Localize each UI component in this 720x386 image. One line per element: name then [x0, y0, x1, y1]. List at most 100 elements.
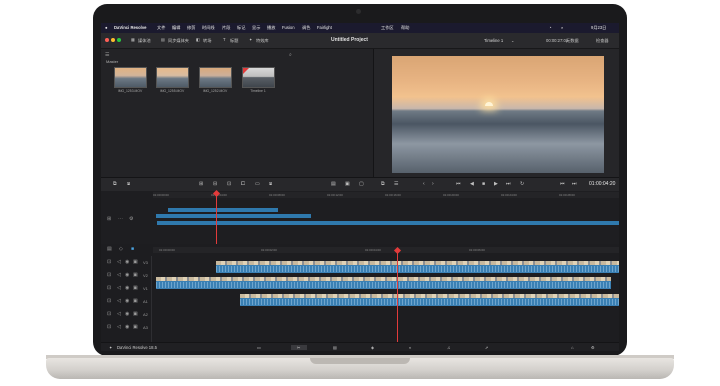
eye-icon[interactable]: ◉ [125, 311, 129, 317]
reverse-play-icon[interactable]: ◀ [470, 181, 474, 187]
clip-thumbnail-3[interactable] [199, 67, 232, 88]
ripple-icon[interactable]: ⧈ [269, 181, 272, 187]
speaker-icon[interactable]: ◁ [117, 298, 121, 304]
menu-item-trim[interactable]: 修剪 [187, 25, 195, 31]
toolbar-metadata[interactable]: 元数据 [566, 38, 579, 44]
menu-item-fusion[interactable]: Fusion [282, 25, 295, 30]
timeline-thumbnail[interactable] [242, 67, 275, 88]
page-cut-icon[interactable]: ✂ [291, 345, 307, 350]
overwrite-icon[interactable]: ⊟ [213, 181, 217, 187]
menu-item-clip[interactable]: 片段 [222, 25, 230, 31]
detail-playhead[interactable] [397, 250, 398, 342]
overview-playhead[interactable] [216, 191, 217, 244]
stop-icon[interactable]: ■ [482, 181, 485, 187]
forward-icon[interactable]: ⏭ [506, 181, 511, 187]
page-fairlight-icon[interactable]: ♫ [447, 345, 450, 350]
lock-icon[interactable]: ⊡ [107, 298, 111, 304]
toolbar-titles[interactable]: 标题 [230, 38, 238, 44]
zoom-window-button[interactable] [117, 38, 121, 42]
clip-thumbnail-1[interactable] [114, 67, 147, 88]
toolbar-media-pool[interactable]: 媒体池 [138, 38, 151, 44]
eye-icon[interactable]: ◉ [125, 259, 129, 265]
menu-item-view[interactable]: 显示 [252, 25, 260, 31]
eye-icon[interactable]: ◉ [125, 272, 129, 278]
eye-icon[interactable]: ◉ [125, 285, 129, 291]
home-icon[interactable]: ⌂ [571, 345, 574, 350]
search-icon[interactable]: ⌕ [289, 52, 292, 58]
jump-start-icon[interactable]: ⏮ [560, 181, 565, 187]
toolbar-effects[interactable]: 特效库 [256, 38, 269, 44]
media-pool-icon[interactable]: ▦ [131, 37, 135, 42]
link-icon[interactable]: ⋯ [118, 216, 123, 222]
menu-item-mark[interactable]: 标记 [237, 25, 245, 31]
tools-icon[interactable]: ▣ [345, 181, 350, 187]
clip-thumbnail-2[interactable] [156, 67, 189, 88]
eye-icon[interactable]: ◉ [125, 298, 129, 304]
effects-icon[interactable]: ✦ [249, 37, 253, 42]
speaker-icon[interactable]: ◁ [117, 311, 121, 317]
page-color-icon[interactable]: ◐ [409, 345, 412, 350]
marker-icon[interactable]: ◇ [119, 246, 123, 252]
fit-icon[interactable]: ▢ [359, 181, 364, 187]
rewind-icon[interactable]: ⏮ [456, 181, 461, 187]
lock-icon[interactable]: ⊡ [107, 311, 111, 317]
timeline-selector[interactable]: Timeline 1 [484, 38, 503, 43]
close-window-button[interactable] [105, 38, 109, 42]
overview-clip-v3[interactable] [168, 208, 278, 212]
menu-item-file[interactable]: 文件 [157, 25, 165, 31]
snap-icon[interactable]: ■ [131, 246, 134, 252]
chevron-down-icon[interactable]: ⌄ [511, 38, 515, 43]
minimize-window-button[interactable] [111, 38, 115, 42]
eye-icon[interactable]: ◉ [125, 324, 129, 330]
wifi-icon[interactable]: ◔ [549, 25, 552, 30]
monitor-icon[interactable]: ▣ [133, 311, 138, 317]
lock-icon[interactable]: ⊡ [107, 272, 111, 278]
speaker-icon[interactable]: ◁ [117, 259, 121, 265]
list-view-icon[interactable]: ☰ [105, 52, 109, 58]
page-edit-icon[interactable]: ▤ [333, 345, 337, 350]
prev-frame-icon[interactable]: ‹ [423, 181, 425, 187]
menu-item-timeline[interactable]: 时间线 [202, 25, 215, 31]
speaker-icon[interactable]: ◁ [117, 285, 121, 291]
sync-bin-icon[interactable]: ▤ [161, 37, 165, 42]
menu-item-edit[interactable]: 编辑 [172, 25, 180, 31]
append-icon[interactable]: ▭ [255, 181, 260, 187]
lock-icon[interactable]: ⊡ [107, 324, 111, 330]
page-media-icon[interactable]: ▭ [257, 345, 261, 350]
clip-view-icon[interactable]: ▤ [331, 181, 336, 187]
jump-end-icon[interactable]: ⏭ [572, 181, 577, 187]
play-icon[interactable]: ▶ [494, 181, 498, 187]
page-deliver-icon[interactable]: ➚ [485, 345, 489, 350]
menu-item-workspace[interactable]: 工作区 [381, 25, 394, 31]
toolbar-sync-bin[interactable]: 同步媒体夹 [168, 38, 189, 44]
apple-icon[interactable]: ● [105, 25, 108, 30]
speaker-icon[interactable]: ◁ [117, 272, 121, 278]
monitor-icon[interactable]: ▣ [133, 324, 138, 330]
monitor-icon[interactable]: ▣ [133, 259, 138, 265]
menu-app-name[interactable]: DaVinci Resolve [114, 25, 147, 30]
source-icon[interactable]: ⧈ [127, 181, 130, 187]
monitor-icon[interactable]: ▣ [133, 285, 138, 291]
split-icon[interactable]: ⧉ [113, 181, 117, 187]
loop-icon[interactable]: ↻ [520, 181, 524, 187]
transitions-icon[interactable]: ◧ [196, 37, 200, 42]
settings-icon[interactable]: ⚙ [129, 216, 133, 222]
menu-item-help[interactable]: 帮助 [401, 25, 409, 31]
replace-icon[interactable]: ⊡ [227, 181, 231, 187]
place-on-top-icon[interactable]: ⧠ [241, 181, 245, 187]
timeline-clip-v3[interactable] [216, 261, 619, 273]
lock-icon[interactable]: ⊞ [107, 216, 111, 222]
timeline-clip-v2[interactable] [156, 277, 611, 289]
search-icon[interactable]: ⌕ [561, 25, 563, 30]
lock-icon[interactable]: ⊡ [107, 259, 111, 265]
menu-lines-icon[interactable]: ☰ [394, 181, 398, 187]
overview-ruler[interactable]: 01:00:00:00 01:00:04:00 01:00:08:00 01:0… [153, 192, 619, 198]
track-header-icon[interactable]: ▤ [107, 246, 112, 252]
gear-icon[interactable]: ⚙ [591, 345, 595, 350]
toolbar-inspector[interactable]: 检查器 [596, 38, 609, 44]
page-fusion-icon[interactable]: ◈ [371, 345, 374, 350]
transform-icon[interactable]: ⧉ [381, 181, 385, 187]
detail-ruler[interactable]: 01:00:00:00 01:00:02:00 01:00:04:00 01:0… [153, 247, 619, 253]
menu-item-fairlight[interactable]: Fairlight [317, 25, 332, 30]
overview-clip-v1[interactable] [157, 221, 619, 225]
